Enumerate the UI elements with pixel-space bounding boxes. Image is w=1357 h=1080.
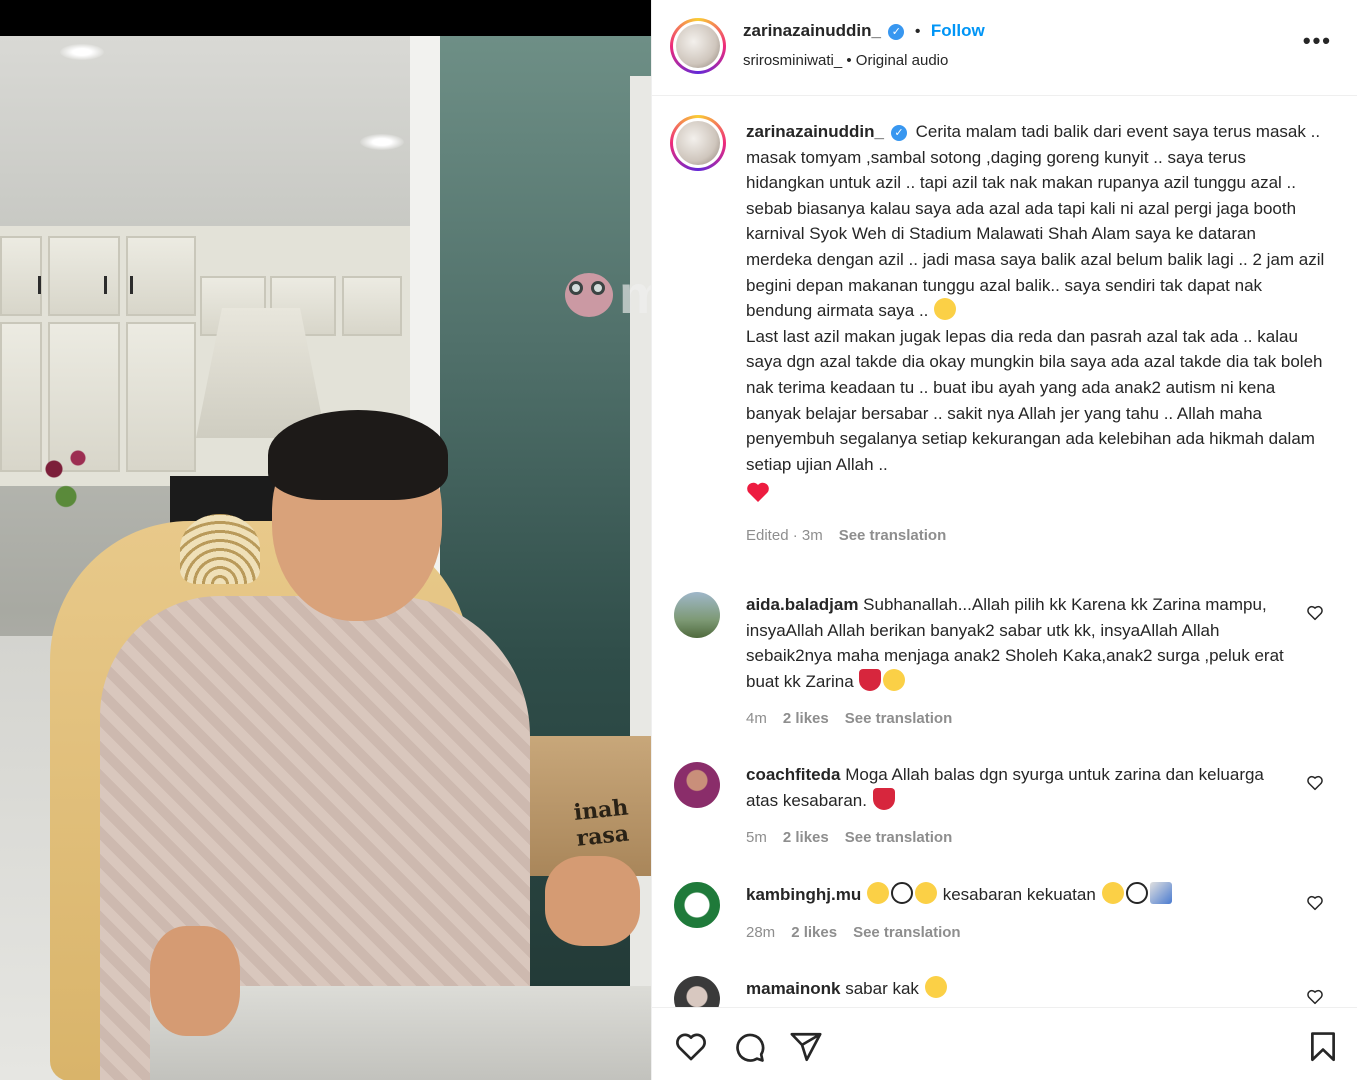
- rocket-emoji-icon: [1149, 882, 1172, 904]
- watermark-text: murai: [619, 265, 651, 325]
- comment-likes[interactable]: 2 likes: [783, 710, 829, 727]
- audio-user[interactable]: srirosminiwati_: [743, 52, 842, 69]
- person-hair: [268, 410, 448, 500]
- comment-time: 4m: [746, 710, 767, 728]
- ceiling-light: [60, 44, 104, 60]
- red-heart-emoji-icon: [746, 481, 770, 511]
- comment-time: 28m: [746, 923, 776, 941]
- caption-username[interactable]: zarinazainuddin_: [746, 122, 884, 141]
- follow-button[interactable]: Follow: [931, 21, 985, 40]
- box-label: inah rasa: [572, 794, 631, 852]
- comment-body: aida.baladjam Subhanallah...Allah pilih …: [746, 592, 1286, 732]
- separator-dot: •: [846, 52, 856, 69]
- see-translation-link[interactable]: See translation: [845, 710, 953, 727]
- caption-meta: Edited · 3m See translation: [746, 523, 1326, 549]
- video-top-bar: [0, 0, 651, 36]
- ceiling: [0, 36, 420, 226]
- comment-like-heart-icon[interactable]: [1306, 604, 1324, 622]
- comment-meta: 28m 2 likes See translation: [746, 920, 1286, 946]
- bookmark-icon[interactable]: [1306, 1030, 1340, 1064]
- commenter-avatar[interactable]: [674, 592, 720, 638]
- open-hands-emoji-icon: [914, 882, 937, 904]
- more-options-icon[interactable]: •••: [1303, 28, 1332, 54]
- ceiling-light: [360, 134, 404, 150]
- orchid-plant: [30, 436, 110, 546]
- separator-dot: •: [914, 23, 921, 40]
- person-hand: [545, 856, 640, 946]
- comment-time: 5m: [746, 829, 767, 847]
- author-avatar[interactable]: [670, 18, 726, 74]
- commenter-username[interactable]: kambinghj.mu: [746, 885, 861, 904]
- verified-badge-icon: ✓: [888, 23, 905, 40]
- open-hands-emoji-icon: [1101, 882, 1124, 904]
- see-translation-link[interactable]: See translation: [853, 924, 961, 941]
- sad-face-emoji-icon: [924, 976, 947, 998]
- caption: zarinazainuddin_ ✓ Cerita malam tadi bali…: [746, 119, 1326, 549]
- verified-badge-icon: ✓: [890, 124, 907, 141]
- bird-logo-icon: [565, 273, 613, 317]
- video-player[interactable]: inah rasa murai: [0, 0, 651, 1080]
- comment-body: coachfiteda Moga Allah balas dgn syurga …: [746, 762, 1286, 851]
- video-frame: inah rasa murai: [0, 36, 651, 1080]
- comment-likes[interactable]: 2 likes: [791, 924, 837, 941]
- white-heart-emoji-icon: [1125, 882, 1148, 904]
- caption-avatar[interactable]: [670, 115, 726, 171]
- comment-body: kambinghj.mu kesabaran kekuatan 28m 2 lik…: [746, 882, 1286, 945]
- comment-icon[interactable]: [732, 1030, 766, 1064]
- commenter-username[interactable]: aida.baladjam: [746, 595, 858, 614]
- comment-text: sabar kak: [845, 979, 919, 998]
- share-icon[interactable]: [789, 1030, 823, 1064]
- post-panel: zarinazainuddin_ ✓ • Follow srirosminiwa…: [651, 0, 1357, 1080]
- commenter-avatar[interactable]: [674, 762, 720, 808]
- comment-text: kesabaran kekuatan: [942, 885, 1096, 904]
- edited-time: Edited · 3m: [746, 526, 823, 544]
- crying-face-emoji-icon: [934, 298, 957, 321]
- comment-body: mamainonk sabar kak: [746, 976, 1286, 1002]
- watermark: murai: [565, 264, 651, 326]
- comment-meta: 5m 2 likes See translation: [746, 825, 1286, 851]
- chair-ornament: [180, 514, 260, 584]
- post-header: zarinazainuddin_ ✓ • Follow srirosminiwa…: [652, 0, 1357, 96]
- audio-line: srirosminiwati_ • Original audio: [743, 52, 948, 69]
- white-heart-emoji-icon: [890, 882, 913, 904]
- audio-label[interactable]: Original audio: [856, 52, 949, 69]
- heart-emoji-icon: [859, 668, 882, 691]
- comment-like-heart-icon[interactable]: [1306, 988, 1324, 1006]
- hugging-face-emoji-icon: [883, 668, 906, 691]
- see-translation-link[interactable]: See translation: [845, 829, 953, 846]
- comment-like-heart-icon[interactable]: [1306, 894, 1324, 912]
- heart-emoji-icon: [872, 787, 895, 810]
- author-username[interactable]: zarinazainuddin_: [743, 21, 881, 40]
- comment-like-heart-icon[interactable]: [1306, 774, 1324, 792]
- commenter-avatar[interactable]: [674, 976, 720, 1007]
- commenter-username[interactable]: coachfiteda: [746, 765, 840, 784]
- action-bar: [652, 1007, 1357, 1080]
- see-translation-link[interactable]: See translation: [839, 527, 947, 544]
- commenter-username[interactable]: mamainonk: [746, 979, 840, 998]
- comments-scroll-area[interactable]: zarinazainuddin_ ✓ Cerita malam tadi bali…: [652, 97, 1357, 1007]
- comment-meta: 4m 2 likes See translation: [746, 706, 1286, 732]
- caption-text: Cerita malam tadi balik dari event saya …: [746, 122, 1325, 321]
- commenter-avatar[interactable]: [674, 882, 720, 928]
- open-hands-emoji-icon: [866, 882, 889, 904]
- comment-likes[interactable]: 2 likes: [783, 829, 829, 846]
- caption-text-2: Last last azil makan jugak lepas dia red…: [746, 326, 1323, 474]
- author-line: zarinazainuddin_ ✓ • Follow: [743, 21, 985, 41]
- heart-icon[interactable]: [674, 1030, 708, 1064]
- person-hand: [150, 926, 240, 1036]
